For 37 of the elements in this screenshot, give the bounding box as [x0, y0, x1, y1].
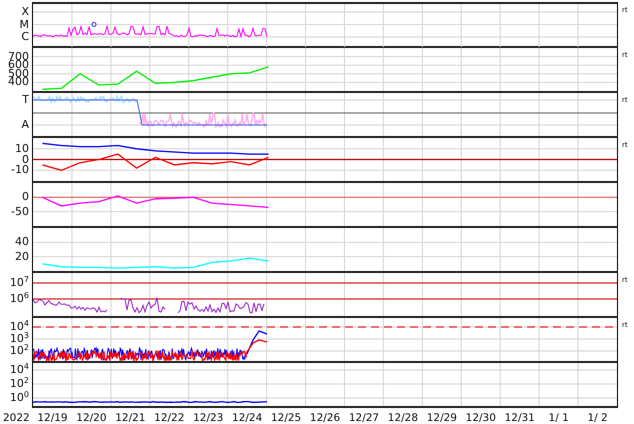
- axis-tick-label: 10$^{4}$: [10, 364, 29, 376]
- axis-tick-label: 1/ 2: [586, 412, 609, 424]
- axis-tick-label: 10$^{7}$: [10, 277, 29, 289]
- axis-tick-label: 12/27: [348, 412, 380, 424]
- axis-tick-label: 12/24: [231, 412, 264, 424]
- axis-tick-label: 10$^{6}$: [10, 293, 29, 305]
- axis-tick-label: 12/29: [426, 412, 458, 424]
- axis-tick-label: 12/19: [36, 412, 69, 424]
- axis-tick-label: 12/28: [386, 412, 420, 424]
- axis-tick-label: 400: [8, 76, 29, 88]
- axis-tick-label: 0: [22, 154, 29, 166]
- axis-tick-label: -50: [11, 206, 29, 218]
- axis-year-label: 2022: [2, 412, 31, 424]
- axis-tick-label: -10: [11, 164, 29, 176]
- axis-tick-label: A: [21, 119, 29, 131]
- axis-tick-label: 12/31: [504, 412, 536, 424]
- axis-tick-label: 12/21: [114, 412, 146, 424]
- axis-tick-label: 0: [22, 191, 29, 204]
- axis-tick-label: 12/26: [308, 412, 342, 424]
- axis-tick-label: 12/22: [153, 412, 186, 424]
- axis-tick-label: 12/25: [270, 412, 302, 424]
- axis-tick-label: 40: [15, 236, 29, 248]
- axis-tick-label: 10$^{0}$: [10, 392, 29, 404]
- axis-tick-label: 10$^{2}$: [10, 345, 29, 357]
- axis-tick-label: M: [20, 18, 29, 30]
- axis-tick-label: 10$^{3}$: [10, 333, 29, 345]
- axis-tick-label: 10$^{2}$: [10, 378, 29, 390]
- axis-tick-label: 10: [15, 142, 29, 155]
- axis-tick-label: C: [21, 31, 29, 43]
- axis-tick-label: X: [21, 6, 29, 18]
- axis-tick-label: 12/30: [464, 412, 497, 424]
- axis-tick-label: 12/20: [75, 412, 108, 424]
- axis-tick-label: 10$^{4}$: [10, 321, 29, 333]
- axis-tick-label: 12/23: [192, 412, 224, 424]
- axis-tick-label: 20: [15, 250, 29, 263]
- axis-tick-label: T: [22, 94, 29, 106]
- axis-tick-label: 1/ 1: [548, 412, 570, 424]
